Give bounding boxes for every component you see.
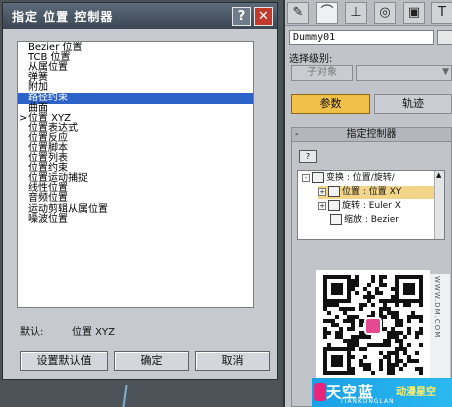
object-color-swatch[interactable] — [437, 30, 452, 45]
tree-item-scale[interactable]: 缩放 : Bezier — [328, 214, 399, 227]
qr-logo-badge — [364, 317, 382, 335]
tree-item-label: 缩放 : Bezier — [344, 215, 399, 225]
cancel-button[interactable]: 取消 — [195, 351, 270, 371]
display-tab-icon[interactable]: ▣ — [403, 2, 425, 24]
rollout-header[interactable]: - 指定控制器 — [292, 128, 451, 142]
selection-level-label: 选择级别: — [289, 54, 333, 65]
assign-controller-icon[interactable]: ? — [299, 150, 317, 163]
controller-list-item[interactable]: 路径约束 — [18, 93, 253, 104]
tree-item-label: 变换 : 位置/旋转/ — [326, 173, 395, 183]
watermark-banner: 天空蓝 TIANKONGLAN 动漫星空 — [312, 378, 452, 407]
command-panel-tabs: ✎ ⌒ ⊥ ◎ ▣ T — [285, 0, 452, 26]
subobject-dropdown[interactable]: ▼ — [356, 65, 452, 81]
scale-icon — [330, 214, 342, 225]
tree-item-transform[interactable]: - 变换 : 位置/旋转/ — [302, 172, 395, 185]
default-value: 位置 XYZ — [72, 327, 115, 338]
help-button[interactable]: ? — [232, 7, 251, 26]
tree-item-label: 位置 : 位置 XY — [342, 187, 402, 197]
viewport-line — [122, 385, 128, 407]
tree-item-rotation[interactable]: + 旋转 : Euler X — [318, 200, 401, 213]
chevron-down-icon: ▼ — [442, 67, 449, 77]
tree-item-position[interactable]: + 位置 : 位置 XY — [318, 186, 436, 199]
close-button[interactable]: ✕ — [254, 7, 273, 26]
controller-list-item[interactable]: 噪波位置 — [18, 214, 253, 225]
qr-code — [316, 270, 430, 380]
assign-position-controller-dialog: 指定 位置 控制器 ? ✕ Bezier 位置 TCB 位置 从属位置 弹簧 附加 路径约… — [2, 2, 278, 380]
watermark-logo-icon — [314, 383, 326, 401]
transform-icon — [312, 172, 324, 183]
rollout-title: 指定控制器 — [346, 129, 397, 140]
tree-expander[interactable]: + — [318, 201, 326, 210]
hierarchy-tab-icon[interactable]: ⊥ — [345, 2, 367, 24]
tree-item-label: 旋转 : Euler X — [342, 201, 401, 211]
tab-trajectories[interactable]: 轨迹 — [374, 94, 452, 114]
dialog-titlebar[interactable]: 指定 位置 控制器 ? ✕ — [3, 3, 277, 29]
controller-list-item[interactable]: 弹簧 — [18, 73, 253, 83]
rotation-icon — [328, 200, 340, 211]
modify-tab-icon[interactable]: ⌒ — [316, 2, 338, 24]
scroll-up-icon: ▲ — [436, 171, 442, 179]
dialog-title: 指定 位置 控制器 — [12, 10, 114, 24]
subobject-button[interactable]: 子对象 — [291, 65, 353, 81]
tree-expander[interactable]: + — [318, 187, 326, 196]
position-icon — [328, 186, 340, 197]
controller-list[interactable]: Bezier 位置TCB 位置从属位置弹簧附加路径约束曲面位置 XYZ位置表达式… — [17, 41, 254, 308]
tree-scrollbar[interactable]: ▲ — [434, 171, 444, 239]
utilities-tab-icon[interactable]: T — [431, 2, 452, 24]
ok-button[interactable]: 确定 — [114, 351, 189, 371]
set-default-button[interactable]: 设置默认值 — [20, 351, 108, 371]
create-tab-icon[interactable]: ✎ — [287, 2, 309, 24]
tab-parameters[interactable]: 参数 — [291, 94, 370, 114]
collapse-icon: - — [295, 129, 299, 140]
qr-side-text: WWW.DM.COM — [430, 274, 450, 378]
qr-side-label: WWW.DM.COM — [433, 276, 441, 339]
tree-expander[interactable]: - — [302, 173, 310, 182]
watermark-sub-text: 动漫星空 — [396, 387, 436, 398]
controller-list-item[interactable]: 音频位置 — [18, 194, 253, 204]
motion-tab-icon[interactable]: ◎ — [374, 2, 396, 24]
controller-tree[interactable]: - 变换 : 位置/旋转/ + 位置 : 位置 XY + 旋转 : Euler X 缩… — [297, 170, 445, 240]
controller-list-item[interactable]: 从属位置 — [18, 63, 253, 73]
object-name-field[interactable]: Dummy01 — [289, 30, 434, 45]
default-label: 默认: — [20, 327, 44, 338]
watermark-pinyin: TIANKONGLAN — [340, 398, 395, 405]
